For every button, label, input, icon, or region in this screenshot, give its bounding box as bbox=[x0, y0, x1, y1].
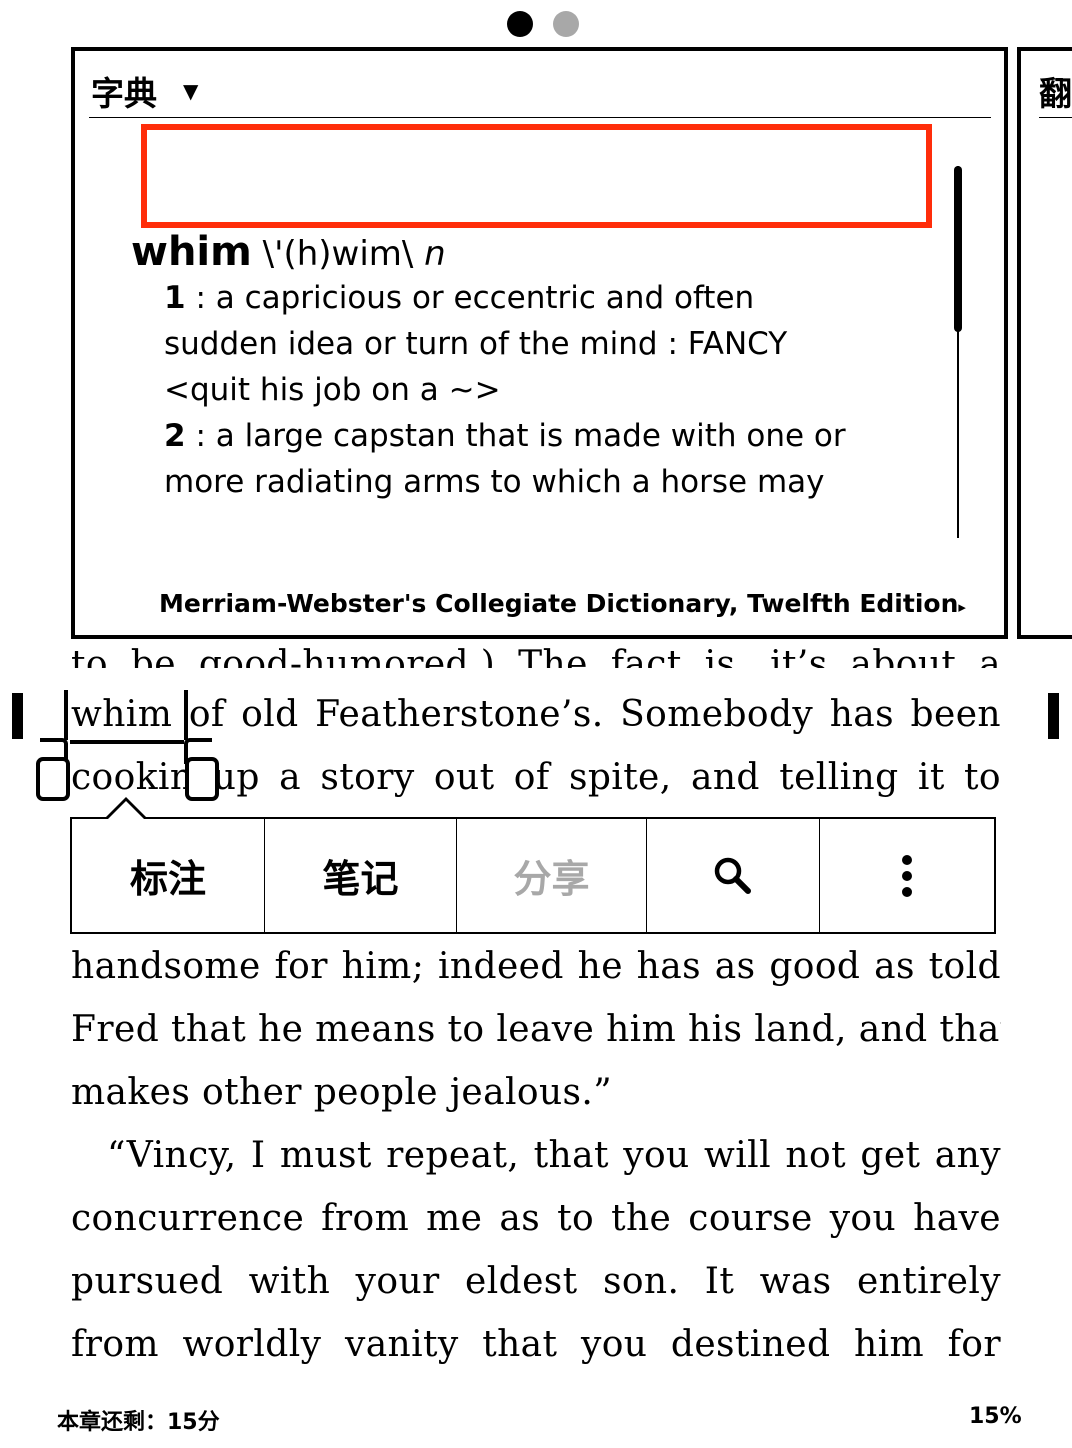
book-line: pursued with your eldest son. It was ent… bbox=[71, 1261, 1001, 1302]
book-line: Fred that he means to leave him his land… bbox=[71, 1009, 1001, 1050]
book-line: to be good-humored.) The fact is, it’s a… bbox=[71, 644, 1001, 668]
definition-line: more radiating arms to which a horse may bbox=[164, 464, 825, 500]
selected-word[interactable]: whim bbox=[71, 694, 172, 735]
book-line: from worldly vanity that you destined hi… bbox=[71, 1324, 1001, 1365]
book-line-rest: of old Featherstone’s. Somebody has been bbox=[188, 694, 1001, 735]
translation-card[interactable]: 翻 bbox=[1017, 47, 1072, 639]
headword-line: whim \'(h)wim\ n bbox=[131, 231, 931, 275]
definition-line: <quit his job on a ~> bbox=[164, 372, 501, 408]
book-line: handsome for him; indeed he has as good … bbox=[71, 946, 1001, 987]
selection-underline bbox=[70, 740, 184, 744]
selection-end-handle[interactable] bbox=[185, 757, 219, 801]
left-edge-marker bbox=[12, 693, 23, 739]
dictionary-search-input[interactable] bbox=[141, 124, 932, 228]
pronunciation: \'(h)wim\ bbox=[262, 234, 414, 274]
dictionary-entry: whim \'(h)wim\ n 1 : a capricious or ecc… bbox=[131, 231, 931, 505]
toolbar-pointer-fill bbox=[106, 801, 146, 821]
selection-end-stem bbox=[184, 690, 188, 740]
definition-line: 1 : a capricious or eccentric and often bbox=[131, 275, 931, 321]
search-icon bbox=[714, 857, 751, 894]
headword: whim bbox=[131, 229, 252, 275]
dictionary-card[interactable]: 字典 ▼ whim \'(h)wim\ n 1 : a capricious o… bbox=[71, 47, 1008, 639]
dictionary-title: 字典 bbox=[91, 74, 157, 113]
book-line: “Vincy, I must repeat, that you will not… bbox=[107, 1135, 1001, 1176]
definition-line: 2 : a large capstan that is made with on… bbox=[131, 413, 931, 459]
dictionary-source-link[interactable]: Merriam-Webster's Collegiate Dictionary,… bbox=[159, 589, 966, 618]
selection-start-handle[interactable] bbox=[36, 757, 70, 801]
definition-number: 1 bbox=[164, 280, 186, 316]
selection-start-stem bbox=[64, 690, 68, 740]
translation-card-divider bbox=[1039, 117, 1072, 118]
more-vertical-icon bbox=[902, 854, 912, 897]
dictionary-divider bbox=[89, 117, 991, 118]
book-line: makes other people jealous.” bbox=[71, 1072, 613, 1113]
part-of-speech: n bbox=[424, 234, 446, 274]
definition-line: sudden idea or turn of the mind : FANCY bbox=[164, 326, 788, 362]
share-button[interactable]: 分享 bbox=[456, 819, 646, 932]
definition-text: : a capricious or eccentric and often bbox=[195, 280, 755, 316]
dictionary-header[interactable]: 字典 ▼ bbox=[91, 67, 198, 115]
caret-down-icon[interactable]: ▼ bbox=[183, 79, 198, 103]
selection-toolbar: 标注 笔记 分享 bbox=[70, 817, 996, 934]
note-button[interactable]: 笔记 bbox=[264, 819, 456, 932]
definition-text: : a large capstan that is made with one … bbox=[195, 418, 846, 454]
book-line: concurrence from me as to the course you… bbox=[71, 1198, 1001, 1239]
dictionary-scrollbar-thumb[interactable] bbox=[954, 166, 962, 332]
highlight-button[interactable]: 标注 bbox=[72, 819, 264, 932]
search-button[interactable] bbox=[646, 819, 819, 932]
arrow-right-icon: ▸ bbox=[958, 598, 966, 616]
translation-card-title: 翻 bbox=[1039, 74, 1072, 113]
book-line: whim of old Featherstone’s. Somebody has… bbox=[71, 690, 1001, 740]
dictionary-source-name: Merriam-Webster's Collegiate Dictionary,… bbox=[159, 589, 959, 618]
right-edge-marker bbox=[1048, 693, 1059, 739]
chapter-time-remaining[interactable]: 本章还剩：15分 bbox=[57, 1404, 220, 1436]
more-button[interactable] bbox=[819, 819, 994, 932]
definition-number: 2 bbox=[164, 418, 186, 454]
reading-progress[interactable]: 15% bbox=[969, 1404, 1022, 1429]
